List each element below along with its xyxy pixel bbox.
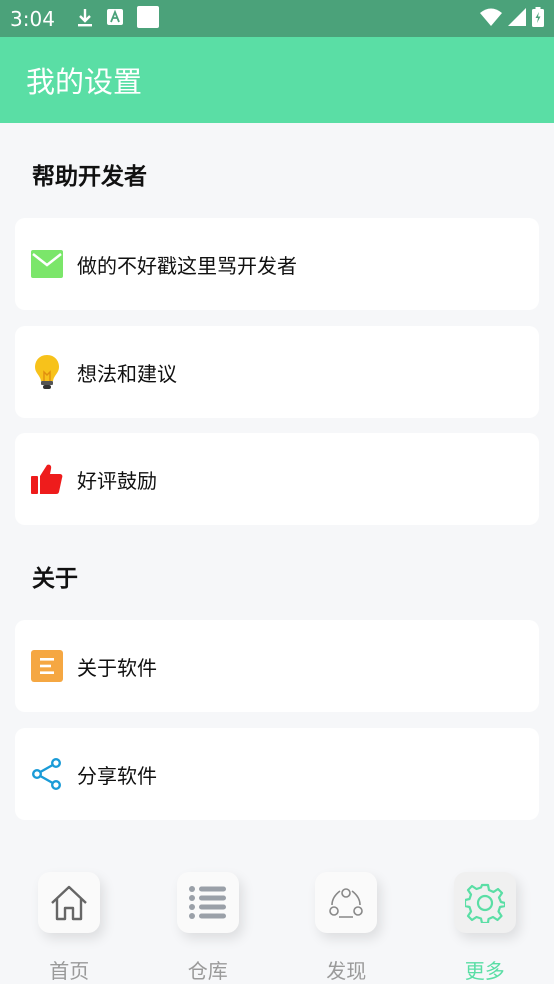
nav-item-home[interactable]: 首页 bbox=[0, 858, 139, 984]
nav-label-discover: 发现 bbox=[326, 959, 367, 983]
nav-item-more[interactable]: 更多 bbox=[416, 858, 554, 984]
rate-label: 好评鼓励 bbox=[77, 468, 157, 493]
square-icon bbox=[136, 5, 159, 32]
status-time: 3:04 bbox=[10, 6, 55, 31]
ideas-label: 想法和建议 bbox=[77, 361, 177, 386]
thumbs-up-icon bbox=[31, 463, 63, 495]
battery-icon bbox=[532, 6, 544, 31]
share-app-label: 分享软件 bbox=[77, 763, 157, 788]
discover-icon bbox=[315, 872, 378, 933]
section-title-help: 帮助开发者 bbox=[32, 164, 147, 190]
about-app-item[interactable]: 关于软件 bbox=[15, 620, 539, 712]
download-icon bbox=[77, 7, 93, 31]
feedback-label: 做的不好戳这里骂开发者 bbox=[77, 253, 297, 278]
home-icon bbox=[38, 872, 101, 933]
gear-icon bbox=[453, 872, 516, 933]
share-app-item[interactable]: 分享软件 bbox=[15, 728, 539, 820]
nav-label-warehouse: 仓库 bbox=[187, 959, 228, 983]
about-app-label: 关于软件 bbox=[77, 655, 157, 680]
share-icon bbox=[31, 758, 63, 790]
nav-item-warehouse[interactable]: 仓库 bbox=[139, 858, 278, 984]
nav-label-home: 首页 bbox=[49, 959, 90, 983]
rate-item[interactable]: 好评鼓励 bbox=[15, 433, 539, 525]
page-title: 我的设置 bbox=[26, 65, 143, 99]
nav-item-discover[interactable]: 发现 bbox=[277, 858, 416, 984]
wifi-icon bbox=[480, 8, 502, 30]
a-icon bbox=[106, 8, 123, 29]
mail-icon bbox=[31, 248, 63, 280]
section-title-about: 关于 bbox=[32, 566, 78, 592]
signal-icon bbox=[508, 7, 526, 30]
nav-label-more: 更多 bbox=[464, 959, 505, 983]
app-bar: 我的设置 bbox=[0, 37, 554, 123]
list-icon bbox=[176, 872, 239, 933]
document-icon bbox=[31, 650, 63, 682]
lightbulb-icon bbox=[31, 355, 63, 389]
feedback-item[interactable]: 做的不好戳这里骂开发者 bbox=[15, 218, 539, 310]
ideas-item[interactable]: 想法和建议 bbox=[15, 326, 539, 418]
status-bar: 3:04 bbox=[0, 0, 554, 37]
bottom-nav: 首页 仓库 发现 更多 bbox=[0, 858, 554, 984]
